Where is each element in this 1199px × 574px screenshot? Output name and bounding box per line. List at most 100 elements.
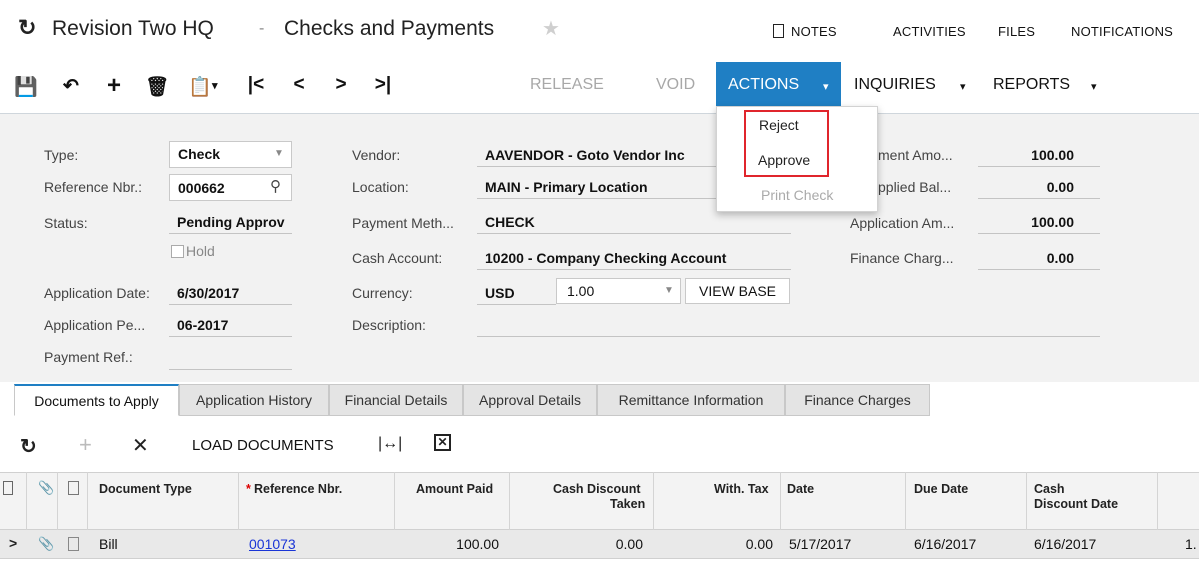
reports-menu-button[interactable]: REPORTS: [993, 76, 1070, 94]
cell-due-date[interactable]: 6/16/2017: [914, 536, 976, 552]
add-row-icon[interactable]: +: [79, 432, 92, 458]
application-period-label: Application Pe...: [44, 317, 146, 333]
payment-ref-label: Payment Ref.:: [44, 349, 133, 365]
tab-approval-details[interactable]: Approval Details: [463, 384, 597, 416]
cell-cash-discount-taken[interactable]: 0.00: [616, 536, 643, 552]
tab-financial-details[interactable]: Financial Details: [329, 384, 463, 416]
application-date-label: Application Date:: [44, 285, 150, 301]
fit-columns-icon[interactable]: |↔|: [378, 435, 402, 453]
col-date[interactable]: Date: [787, 482, 814, 497]
favorite-star-icon[interactable]: ★: [542, 16, 560, 41]
table-row[interactable]: > 📎 Bill 001073 100.00 0.00 0.00 5/17/20…: [0, 530, 1199, 559]
notes-link[interactable]: NOTES: [791, 24, 837, 39]
unapplied-balance-label: pplied Bal...: [878, 179, 952, 195]
col-document-type[interactable]: Document Type: [99, 482, 192, 497]
description-input[interactable]: [477, 312, 1100, 337]
tab-documents-to-apply[interactable]: Documents to Apply: [14, 384, 179, 416]
cash-account-input[interactable]: 10200 - Company Checking Account: [477, 244, 791, 270]
undo-icon[interactable]: ↶: [60, 75, 82, 98]
copy-paste-icon[interactable]: 📋: [188, 75, 212, 99]
activities-link[interactable]: ACTIVITIES: [893, 24, 966, 39]
vendor-input[interactable]: AAVENDOR - Goto Vendor Inc: [477, 142, 719, 167]
col-cash-discount-date[interactable]: Cash: [1034, 482, 1065, 497]
currency-input[interactable]: USD: [477, 279, 556, 305]
refresh-icon[interactable]: ↻: [18, 15, 36, 41]
grid-header: 📎 Document Type * Reference Nbr. Amount …: [0, 472, 1199, 530]
actions-menu-button[interactable]: ACTIONS ▾: [716, 62, 841, 106]
title-bar: ↻ Revision Two HQ - Checks and Payments …: [0, 0, 1199, 62]
col-cash-discount-date-2: Discount Date: [1034, 497, 1119, 511]
location-input[interactable]: MAIN - Primary Location: [477, 174, 719, 199]
export-excel-icon[interactable]: ✕: [434, 434, 451, 451]
chevron-down-icon[interactable]: ▾: [212, 79, 218, 92]
type-select[interactable]: Check ▼: [169, 141, 292, 168]
first-record-icon[interactable]: |<: [245, 74, 267, 96]
delete-row-icon[interactable]: ✕: [132, 433, 149, 458]
hold-checkbox[interactable]: [171, 245, 184, 258]
status-field: Pending Approv: [169, 208, 292, 234]
type-label: Type:: [44, 147, 79, 163]
inquiries-menu-button[interactable]: INQUIRIES: [854, 76, 936, 94]
finance-charge-field: 0.00: [978, 244, 1100, 270]
menu-item-print-check[interactable]: Print Check: [761, 187, 833, 203]
delete-icon[interactable]: 🗑: [145, 75, 169, 99]
add-icon[interactable]: +: [103, 72, 125, 100]
reference-nbr-input[interactable]: 000662 ⚲: [169, 174, 292, 201]
note-icon[interactable]: [68, 537, 79, 551]
row-selector-icon: [3, 481, 13, 495]
view-base-button[interactable]: VIEW BASE: [685, 278, 790, 304]
cash-account-label: Cash Account:: [352, 250, 443, 266]
required-mark: *: [246, 482, 251, 496]
application-period-input[interactable]: 06-2017: [169, 312, 292, 337]
cell-amount-paid[interactable]: 100.00: [456, 536, 499, 552]
refresh-icon[interactable]: ↻: [20, 434, 37, 459]
previous-record-icon[interactable]: <: [288, 74, 310, 96]
cell-reference-nbr-link[interactable]: 001073: [249, 536, 296, 552]
col-cash-discount-taken-2: Taken: [610, 497, 646, 511]
finance-charge-label: Finance Charg...: [850, 250, 954, 266]
chevron-down-icon[interactable]: ▾: [960, 80, 966, 93]
save-icon[interactable]: 💾: [14, 75, 38, 99]
payment-amount-label: ment Amo...: [878, 147, 953, 163]
col-reference-nbr[interactable]: Reference Nbr.: [254, 482, 342, 497]
company-name[interactable]: Revision Two HQ: [52, 17, 214, 41]
next-record-icon[interactable]: >: [330, 74, 352, 96]
payment-ref-input[interactable]: [169, 344, 292, 370]
col-amount-paid[interactable]: Amount Paid: [416, 482, 493, 497]
tab-application-history[interactable]: Application History: [179, 384, 329, 416]
col-with-tax[interactable]: With. Tax: [714, 482, 769, 497]
tab-finance-charges[interactable]: Finance Charges: [785, 384, 930, 416]
reference-nbr-label: Reference Nbr.:: [44, 179, 143, 195]
col-cash-discount-taken[interactable]: Cash Discount: [553, 482, 641, 497]
search-icon[interactable]: ⚲: [270, 177, 281, 195]
currency-rate-select[interactable]: 1.00 ▼: [556, 278, 681, 304]
hold-label: Hold: [186, 243, 215, 259]
void-button[interactable]: VOID: [656, 76, 695, 94]
unapplied-balance-field: 0.00: [978, 174, 1100, 199]
chevron-down-icon[interactable]: ▾: [1091, 80, 1097, 93]
last-record-icon[interactable]: >|: [372, 74, 394, 96]
currency-label: Currency:: [352, 285, 413, 301]
tab-remittance-information[interactable]: Remittance Information: [597, 384, 785, 416]
cell-overflow[interactable]: 1.: [1185, 536, 1197, 552]
payment-amount-field: 100.00: [978, 142, 1100, 167]
cell-with-tax[interactable]: 0.00: [746, 536, 773, 552]
cell-date[interactable]: 5/17/2017: [789, 536, 851, 552]
page-title: Checks and Payments: [284, 17, 495, 40]
cell-document-type[interactable]: Bill: [99, 536, 118, 552]
vendor-label: Vendor:: [352, 147, 401, 163]
release-button[interactable]: RELEASE: [530, 76, 604, 94]
notes-icon[interactable]: [773, 24, 784, 38]
files-link[interactable]: FILES: [998, 24, 1035, 39]
notifications-link[interactable]: NOTIFICATIONS: [1071, 24, 1173, 39]
col-due-date[interactable]: Due Date: [914, 482, 968, 497]
description-label: Description:: [352, 317, 426, 333]
cell-cash-discount-date[interactable]: 6/16/2017: [1034, 536, 1096, 552]
chevron-down-icon: ▾: [823, 81, 829, 93]
application-date-input[interactable]: 6/30/2017: [169, 280, 292, 305]
chevron-down-icon: ▼: [274, 148, 284, 159]
application-amount-label: Application Am...: [850, 215, 955, 231]
main-toolbar: 💾 ↶ + 🗑 📋 ▾ |< < > >| RELEASE VOID INQUI…: [0, 62, 1199, 114]
load-documents-button[interactable]: LOAD DOCUMENTS: [192, 437, 334, 454]
attachment-icon[interactable]: 📎: [38, 536, 54, 552]
